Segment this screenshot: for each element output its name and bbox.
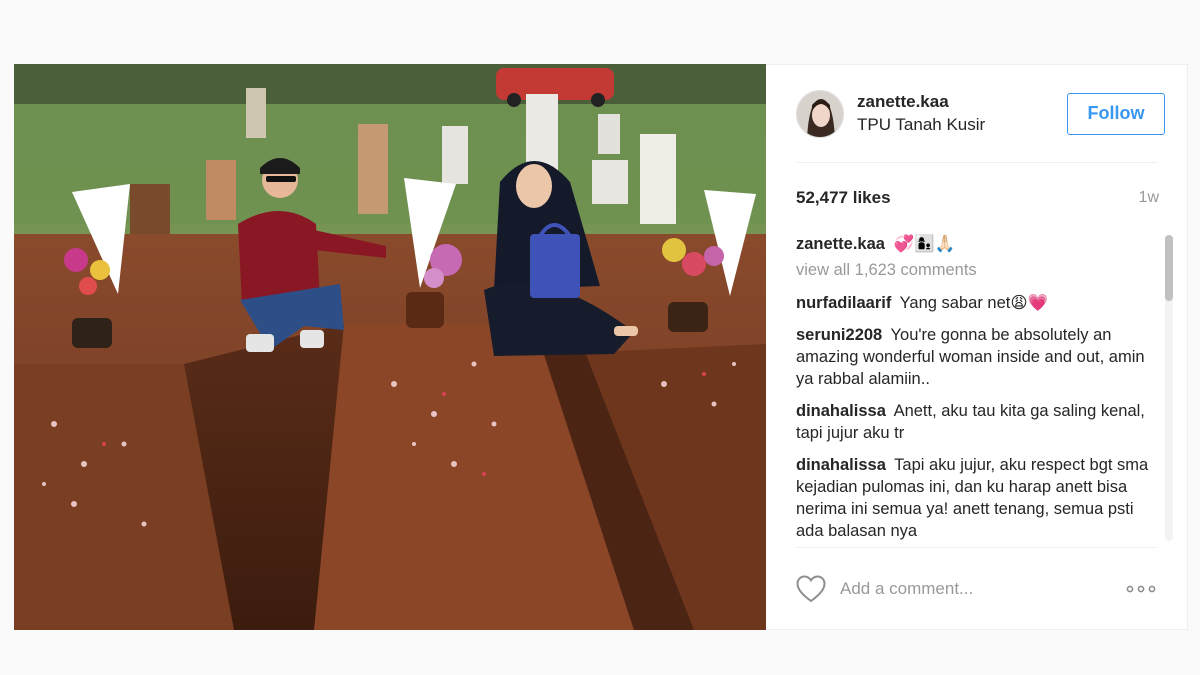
comments-list: zanette.kaa 💞👩‍👦🙏🏻 view all 1,623 commen… xyxy=(796,233,1149,545)
caption: zanette.kaa 💞👩‍👦🙏🏻 xyxy=(796,233,1149,255)
caption-author[interactable]: zanette.kaa xyxy=(796,235,885,253)
post-header: zanette.kaa TPU Tanah Kusir Follow xyxy=(796,65,1165,163)
instagram-post: zanette.kaa TPU Tanah Kusir Follow 52,47… xyxy=(14,64,1188,630)
follow-button[interactable]: Follow xyxy=(1067,92,1165,135)
likes-count[interactable]: 52,477 likes xyxy=(796,188,891,208)
caption-emoji: 💞👩‍👦🙏🏻 xyxy=(893,234,956,253)
comments-scrollbar[interactable] xyxy=(1165,235,1173,541)
comment-text: Yang sabar net😩💗 xyxy=(899,294,1049,312)
heart-outline-icon[interactable] xyxy=(796,574,826,603)
username-link[interactable]: zanette.kaa xyxy=(857,91,1067,112)
scrollbar-thumb[interactable] xyxy=(1165,235,1173,301)
comment-item: seruni2208 You're gonna be absolutely an… xyxy=(796,324,1149,390)
avatar[interactable] xyxy=(796,89,844,138)
comment-author[interactable]: dinahalissa xyxy=(796,402,886,420)
comment-author[interactable]: dinahalissa xyxy=(796,456,886,474)
comment-author[interactable]: nurfadilaarif xyxy=(796,294,891,312)
ellipsis-icon[interactable] xyxy=(1125,584,1157,594)
cemetery-photo-illustration xyxy=(14,64,766,630)
view-all-comments-link[interactable]: view all 1,623 comments xyxy=(796,261,1149,280)
avatar-image xyxy=(797,90,843,137)
post-timestamp[interactable]: 1w xyxy=(1139,189,1159,207)
location-link[interactable]: TPU Tanah Kusir xyxy=(857,114,1067,136)
comment-item: nurfadilaarif Yang sabar net😩💗 xyxy=(796,292,1149,314)
comment-item: dinahalissa Tapi aku jujur, aku respect … xyxy=(796,454,1149,542)
post-stats: 52,477 likes 1w xyxy=(796,163,1159,233)
comment-item: dinahalissa Anett, aku tau kita ga salin… xyxy=(796,400,1149,444)
user-info: zanette.kaa TPU Tanah Kusir xyxy=(857,91,1067,136)
post-sidebar: zanette.kaa TPU Tanah Kusir Follow 52,47… xyxy=(766,64,1188,630)
add-comment-input[interactable] xyxy=(840,578,1125,599)
add-comment-bar xyxy=(796,547,1157,629)
comment-author[interactable]: seruni2208 xyxy=(796,326,882,344)
post-photo[interactable] xyxy=(14,64,766,630)
